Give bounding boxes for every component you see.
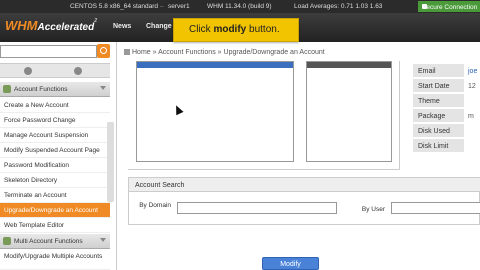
os-info: CENTOS 5.8 x86_64 standard	[70, 3, 159, 10]
info-row-disk-limit: Disk Limit	[413, 139, 480, 154]
sidebar-item-web-template-editor[interactable]: Web Template Editor	[0, 218, 110, 233]
tooltip-prefix: Click	[189, 24, 214, 35]
selected-package-row[interactable]	[307, 62, 391, 68]
tooltip-suffix: button.	[246, 24, 280, 35]
chevron-down-icon	[100, 86, 106, 90]
info-label: Start Date	[413, 79, 464, 93]
account-select-list[interactable]	[136, 61, 294, 162]
search-icon[interactable]	[97, 44, 110, 58]
chevron-down-icon	[100, 238, 106, 242]
sidebar-toggle-row	[0, 63, 110, 78]
sidebar-item-skeleton-directory[interactable]: Skeleton Directory	[0, 173, 110, 188]
load-averages: Load Averages: 0.71 1.03 1.63	[294, 3, 383, 10]
package-select-list[interactable]	[306, 61, 392, 162]
sidebar-item-upgrade-downgrade[interactable]: Upgrade/Downgrade an Account	[0, 203, 110, 218]
selected-account-row[interactable]	[137, 62, 293, 68]
sidebar-item-manage-suspension[interactable]: Manage Account Suspension	[0, 128, 110, 143]
expand-all-icon[interactable]	[74, 67, 82, 75]
info-label: Disk Limit	[413, 139, 464, 153]
info-row-email: Email joe	[413, 64, 480, 79]
domain-search-input[interactable]	[177, 202, 337, 214]
sidebar-item-password-modification[interactable]: Password Modification	[0, 158, 110, 173]
sidebar-item-terminate-account[interactable]: Terminate an Account	[0, 188, 110, 203]
info-value[interactable]: joe	[466, 64, 480, 78]
info-label: Disk Used	[413, 124, 464, 138]
logo-accelerated: Accelerated	[37, 22, 95, 33]
user-search-input[interactable]	[391, 202, 480, 214]
secure-connection-badge[interactable]: Secure Connection	[418, 1, 480, 12]
section-label: Account Functions	[14, 86, 68, 93]
sidebar-item-modify-multiple[interactable]: Modify/Upgrade Multiple Accounts	[0, 250, 110, 270]
breadcrumb-page: Upgrade/Downgrade an Account	[223, 49, 325, 56]
info-value	[466, 124, 480, 138]
home-icon	[124, 49, 130, 56]
tooltip-bold: modify	[213, 24, 247, 35]
sidebar-item-modify-suspended-page[interactable]: Modify Suspended Account Page	[0, 143, 110, 158]
nav-news[interactable]: News	[113, 23, 131, 30]
info-row-theme: Theme	[413, 94, 480, 109]
by-domain-label: By Domain	[139, 202, 171, 209]
section-account-functions[interactable]: Account Functions	[0, 82, 110, 97]
whm-logo[interactable]: WHMAccelerated2	[5, 18, 97, 33]
account-search-title: Account Search	[129, 178, 480, 192]
breadcrumb-section[interactable]: Account Functions	[158, 49, 216, 56]
info-value: 12	[468, 83, 476, 90]
whm-version: WHM 11.34.0 (build 9)	[207, 3, 272, 10]
breadcrumb: Home » Account Functions » Upgrade/Downg…	[124, 49, 325, 56]
server-status-bar: CENTOS 5.8 x86_64 standard – server1 WHM…	[0, 0, 480, 13]
nav-change[interactable]: Change	[146, 23, 172, 30]
modify-button[interactable]: Modify	[262, 257, 319, 270]
separator: –	[160, 3, 164, 10]
secure-label: Secure Connection	[422, 4, 478, 11]
logo-superscript: 2	[94, 18, 97, 24]
multi-account-icon	[3, 237, 11, 245]
sidebar-item-force-password-change[interactable]: Force Password Change	[0, 113, 110, 128]
breadcrumb-home[interactable]: Home	[132, 49, 151, 56]
logo-whm: WHM	[5, 18, 38, 33]
section-multi-account-functions[interactable]: Multi Account Functions	[0, 234, 110, 249]
sidebar: Account Functions Create a New Account F…	[0, 42, 117, 270]
sidebar-search-input[interactable]	[0, 45, 97, 58]
breadcrumb-separator: »	[217, 49, 222, 56]
info-value: m	[468, 113, 474, 120]
info-value	[466, 139, 480, 153]
section-label: Multi Account Functions	[14, 238, 83, 245]
sidebar-scrollbar[interactable]	[107, 122, 114, 202]
info-row-start-date: Start Date 12	[413, 79, 480, 94]
sidebar-item-create-account[interactable]: Create a New Account	[0, 98, 110, 113]
collapse-all-icon[interactable]	[24, 67, 32, 75]
hostname: server1	[168, 3, 190, 10]
info-label: Email	[413, 64, 464, 78]
account-functions-icon	[3, 85, 11, 93]
account-search-panel: Account Search By Domain By User	[128, 177, 480, 225]
info-label: Theme	[413, 94, 464, 108]
breadcrumb-separator: »	[152, 49, 157, 56]
info-row-disk-used: Disk Used	[413, 124, 480, 139]
info-label: Package	[413, 109, 464, 123]
by-user-label: By User	[361, 206, 385, 213]
info-value	[466, 94, 480, 108]
instruction-tooltip: Click modify button.	[173, 18, 299, 42]
info-row-package: Package m	[413, 109, 480, 124]
